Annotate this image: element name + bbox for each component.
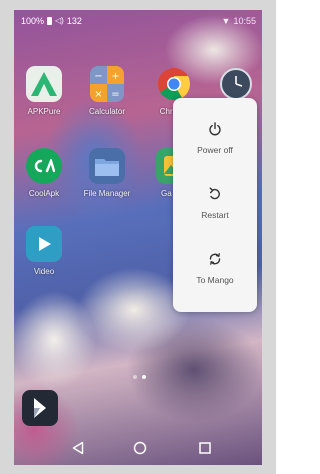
battery-icon: [47, 17, 53, 25]
app-coolapk[interactable]: CoolApk: [14, 148, 74, 198]
calculator-icon: − + × =: [90, 66, 124, 102]
svg-text:+: +: [111, 71, 119, 82]
status-bar: 100% ◁) 132 ▼ 10:55: [14, 10, 262, 30]
file-manager-icon: [89, 148, 125, 184]
svg-text:−: −: [94, 71, 102, 82]
launcher-logo-icon: [34, 398, 46, 418]
back-icon: [72, 441, 84, 455]
battery-percent: 100%: [21, 16, 45, 26]
power-off-button[interactable]: Power off: [173, 122, 257, 182]
page-dot[interactable]: [133, 375, 137, 379]
recents-icon: [199, 442, 211, 454]
recents-button[interactable]: [197, 440, 213, 456]
app-file-manager[interactable]: File Manager: [77, 148, 137, 198]
app-label: Ga: [161, 189, 172, 198]
navigation-bar: [14, 432, 262, 465]
app-apkpure[interactable]: APKPure: [14, 66, 74, 116]
restart-label: Restart: [201, 210, 229, 220]
status-right: ▼ 10:55: [222, 16, 256, 26]
gallery-icon: [156, 148, 174, 184]
app-label: File Manager: [83, 189, 131, 198]
video-icon: [26, 226, 62, 262]
coolapk-icon: [26, 148, 62, 184]
app-video[interactable]: Video: [14, 226, 74, 276]
power-off-label: Power off: [197, 145, 233, 155]
restart-button[interactable]: Restart: [173, 187, 257, 247]
clock-icon: [218, 66, 254, 102]
volume-value: 132: [66, 16, 82, 26]
home-screen: 100% ◁) 132 ▼ 10:55 APKPure − + × = Calc…: [14, 10, 262, 465]
app-label: Calculator: [88, 107, 125, 116]
to-mango-button[interactable]: To Mango: [173, 252, 257, 312]
switch-icon: [209, 253, 221, 265]
home-button[interactable]: [132, 440, 148, 456]
device-frame: 100% ◁) 132 ▼ 10:55 APKPure − + × = Calc…: [0, 0, 276, 474]
chrome-icon: [156, 66, 192, 102]
status-left: 100% ◁) 132: [21, 16, 82, 26]
page-dot-active[interactable]: [142, 375, 146, 379]
home-icon: [133, 441, 147, 455]
app-label: Video: [33, 267, 55, 276]
power-menu: Power off Restart To Mango: [173, 98, 257, 312]
svg-text:×: ×: [94, 89, 102, 100]
power-icon: [209, 122, 221, 136]
dock-app-launcher[interactable]: [22, 390, 58, 426]
app-label: CoolApk: [28, 189, 60, 198]
page-indicator: [133, 375, 146, 379]
back-button[interactable]: [70, 440, 86, 456]
clock-time: 10:55: [233, 16, 256, 26]
to-mango-label: To Mango: [196, 275, 234, 285]
restart-icon: [209, 187, 220, 200]
wifi-icon: ▼: [221, 16, 231, 26]
svg-text:=: =: [111, 89, 119, 100]
app-gallery[interactable]: Ga: [144, 148, 174, 198]
apkpure-icon: [26, 66, 62, 102]
app-label: APKPure: [27, 107, 61, 116]
volume-icon: ◁): [55, 16, 64, 25]
app-calculator[interactable]: − + × = Calculator: [77, 66, 137, 116]
